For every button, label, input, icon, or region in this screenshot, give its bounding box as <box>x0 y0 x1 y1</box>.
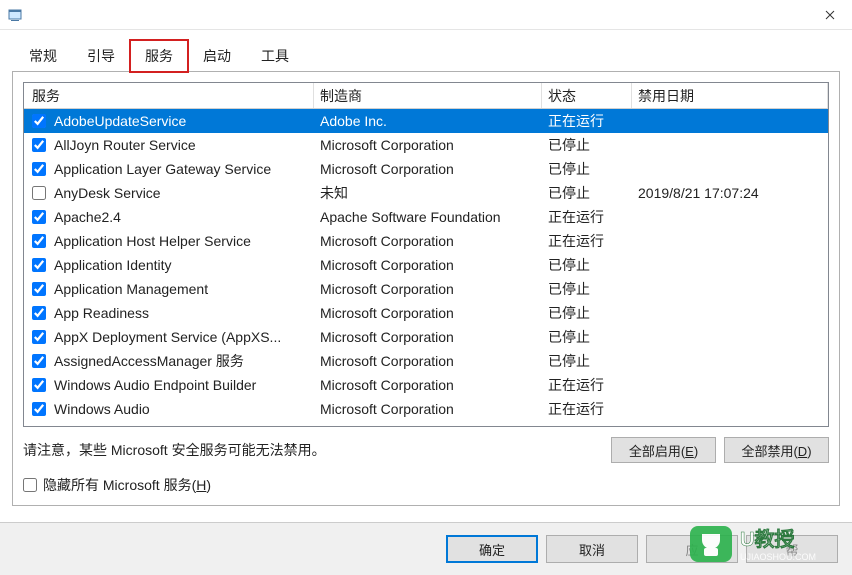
service-name: Application Identity <box>48 257 314 273</box>
service-checkbox[interactable] <box>32 282 46 296</box>
service-name: Apache2.4 <box>48 209 314 225</box>
tab-panel-services: 服务 制造商 状态 禁用日期 AdobeUpdateServiceAdobe I… <box>12 71 840 506</box>
service-checkbox[interactable] <box>32 258 46 272</box>
close-icon <box>825 10 835 20</box>
service-name: App Readiness <box>48 305 314 321</box>
service-row[interactable]: AllJoyn Router ServiceMicrosoft Corporat… <box>24 133 828 157</box>
service-status: 已停止 <box>542 255 632 275</box>
column-disabled-date[interactable]: 禁用日期 <box>632 83 828 108</box>
service-checkbox[interactable] <box>32 210 46 224</box>
titlebar <box>0 0 852 30</box>
service-row[interactable]: Application ManagementMicrosoft Corporat… <box>24 277 828 301</box>
hide-microsoft-label: 隐藏所有 Microsoft 服务(H) <box>43 475 211 495</box>
service-name: AllJoyn Router Service <box>48 137 314 153</box>
service-checkbox[interactable] <box>32 114 46 128</box>
column-service[interactable]: 服务 <box>24 83 314 108</box>
service-vendor: Microsoft Corporation <box>314 281 542 297</box>
service-checkbox[interactable] <box>32 138 46 152</box>
service-row[interactable]: AssignedAccessManager 服务Microsoft Corpor… <box>24 349 828 373</box>
service-checkbox[interactable] <box>32 306 46 320</box>
service-vendor: 未知 <box>314 183 542 203</box>
service-name: Windows Audio <box>48 401 314 417</box>
service-status: 已停止 <box>542 303 632 323</box>
dialog-button-row: 确定 取消 应 帮 <box>0 522 852 575</box>
service-status: 正在运行 <box>542 399 632 419</box>
listview-body[interactable]: AdobeUpdateServiceAdobe Inc.正在运行AllJoyn … <box>24 109 828 426</box>
service-status: 正在运行 <box>542 207 632 227</box>
service-row[interactable]: Windows AudioMicrosoft Corporation正在运行 <box>24 397 828 421</box>
service-status: 已停止 <box>542 183 632 203</box>
service-row[interactable]: AdobeUpdateServiceAdobe Inc.正在运行 <box>24 109 828 133</box>
column-vendor[interactable]: 制造商 <box>314 83 542 108</box>
enable-all-button[interactable]: 全部启用(E) <box>611 437 716 463</box>
service-checkbox[interactable] <box>32 330 46 344</box>
service-vendor: Microsoft Corporation <box>314 233 542 249</box>
service-row[interactable]: Application IdentityMicrosoft Corporatio… <box>24 253 828 277</box>
service-vendor: Microsoft Corporation <box>314 353 542 369</box>
service-vendor: Microsoft Corporation <box>314 137 542 153</box>
service-name: AppX Deployment Service (AppXS... <box>48 329 314 345</box>
service-checkbox[interactable] <box>32 234 46 248</box>
service-name: AnyDesk Service <box>48 185 314 201</box>
service-vendor: Microsoft Corporation <box>314 257 542 273</box>
service-checkbox[interactable] <box>32 402 46 416</box>
service-checkbox[interactable] <box>32 378 46 392</box>
service-status: 正在运行 <box>542 375 632 395</box>
service-status: 正在运行 <box>542 231 632 251</box>
tabstrip: 常规引导服务启动工具 <box>0 30 852 72</box>
tab-2[interactable]: 服务 <box>130 40 188 72</box>
service-status: 已停止 <box>542 279 632 299</box>
hide-microsoft-checkbox[interactable]: 隐藏所有 Microsoft 服务(H) <box>23 475 829 495</box>
service-name: Application Host Helper Service <box>48 233 314 249</box>
service-checkbox[interactable] <box>32 354 46 368</box>
listview-header[interactable]: 服务 制造商 状态 禁用日期 <box>24 83 828 109</box>
service-vendor: Apache Software Foundation <box>314 209 542 225</box>
tab-0[interactable]: 常规 <box>14 40 72 72</box>
service-row[interactable]: AppX Deployment Service (AppXS...Microso… <box>24 325 828 349</box>
service-vendor: Microsoft Corporation <box>314 377 542 393</box>
service-status: 已停止 <box>542 327 632 347</box>
note-text: 请注意，某些 Microsoft 安全服务可能无法禁用。 <box>23 437 326 460</box>
service-vendor: Microsoft Corporation <box>314 329 542 345</box>
disable-all-button[interactable]: 全部禁用(D) <box>724 437 829 463</box>
service-status: 已停止 <box>542 351 632 371</box>
service-vendor: Microsoft Corporation <box>314 161 542 177</box>
service-row[interactable]: Application Host Helper ServiceMicrosoft… <box>24 229 828 253</box>
service-status: 已停止 <box>542 135 632 155</box>
service-row[interactable]: Apache2.4Apache Software Foundation正在运行 <box>24 205 828 229</box>
service-status: 正在运行 <box>542 111 632 131</box>
service-row[interactable]: Windows Audio Endpoint BuilderMicrosoft … <box>24 373 828 397</box>
service-name: Windows Audio Endpoint Builder <box>48 377 314 393</box>
cancel-button[interactable]: 取消 <box>546 535 638 563</box>
hide-microsoft-checkbox-input[interactable] <box>23 478 37 492</box>
help-button[interactable]: 帮 <box>746 535 838 563</box>
column-status[interactable]: 状态 <box>542 83 632 108</box>
service-row[interactable]: Application Layer Gateway ServiceMicroso… <box>24 157 828 181</box>
service-checkbox[interactable] <box>32 162 46 176</box>
service-name: AssignedAccessManager 服务 <box>48 351 314 371</box>
service-checkbox[interactable] <box>32 186 46 200</box>
service-name: Application Management <box>48 281 314 297</box>
tab-3[interactable]: 启动 <box>188 40 246 72</box>
tab-4[interactable]: 工具 <box>246 40 304 72</box>
services-listview[interactable]: 服务 制造商 状态 禁用日期 AdobeUpdateServiceAdobe I… <box>23 82 829 427</box>
service-vendor: Adobe Inc. <box>314 113 542 129</box>
service-row[interactable]: AnyDesk Service未知已停止2019/8/21 17:07:24 <box>24 181 828 205</box>
tab-1[interactable]: 引导 <box>72 40 130 72</box>
service-row[interactable]: App ReadinessMicrosoft Corporation已停止 <box>24 301 828 325</box>
service-date: 2019/8/21 17:07:24 <box>632 185 828 201</box>
apply-button[interactable]: 应 <box>646 535 738 563</box>
ok-button[interactable]: 确定 <box>446 535 538 563</box>
service-status: 已停止 <box>542 159 632 179</box>
app-icon <box>8 7 24 23</box>
close-button[interactable] <box>807 0 852 30</box>
service-vendor: Microsoft Corporation <box>314 401 542 417</box>
service-name: Application Layer Gateway Service <box>48 161 314 177</box>
service-name: AdobeUpdateService <box>48 113 314 129</box>
service-vendor: Microsoft Corporation <box>314 305 542 321</box>
